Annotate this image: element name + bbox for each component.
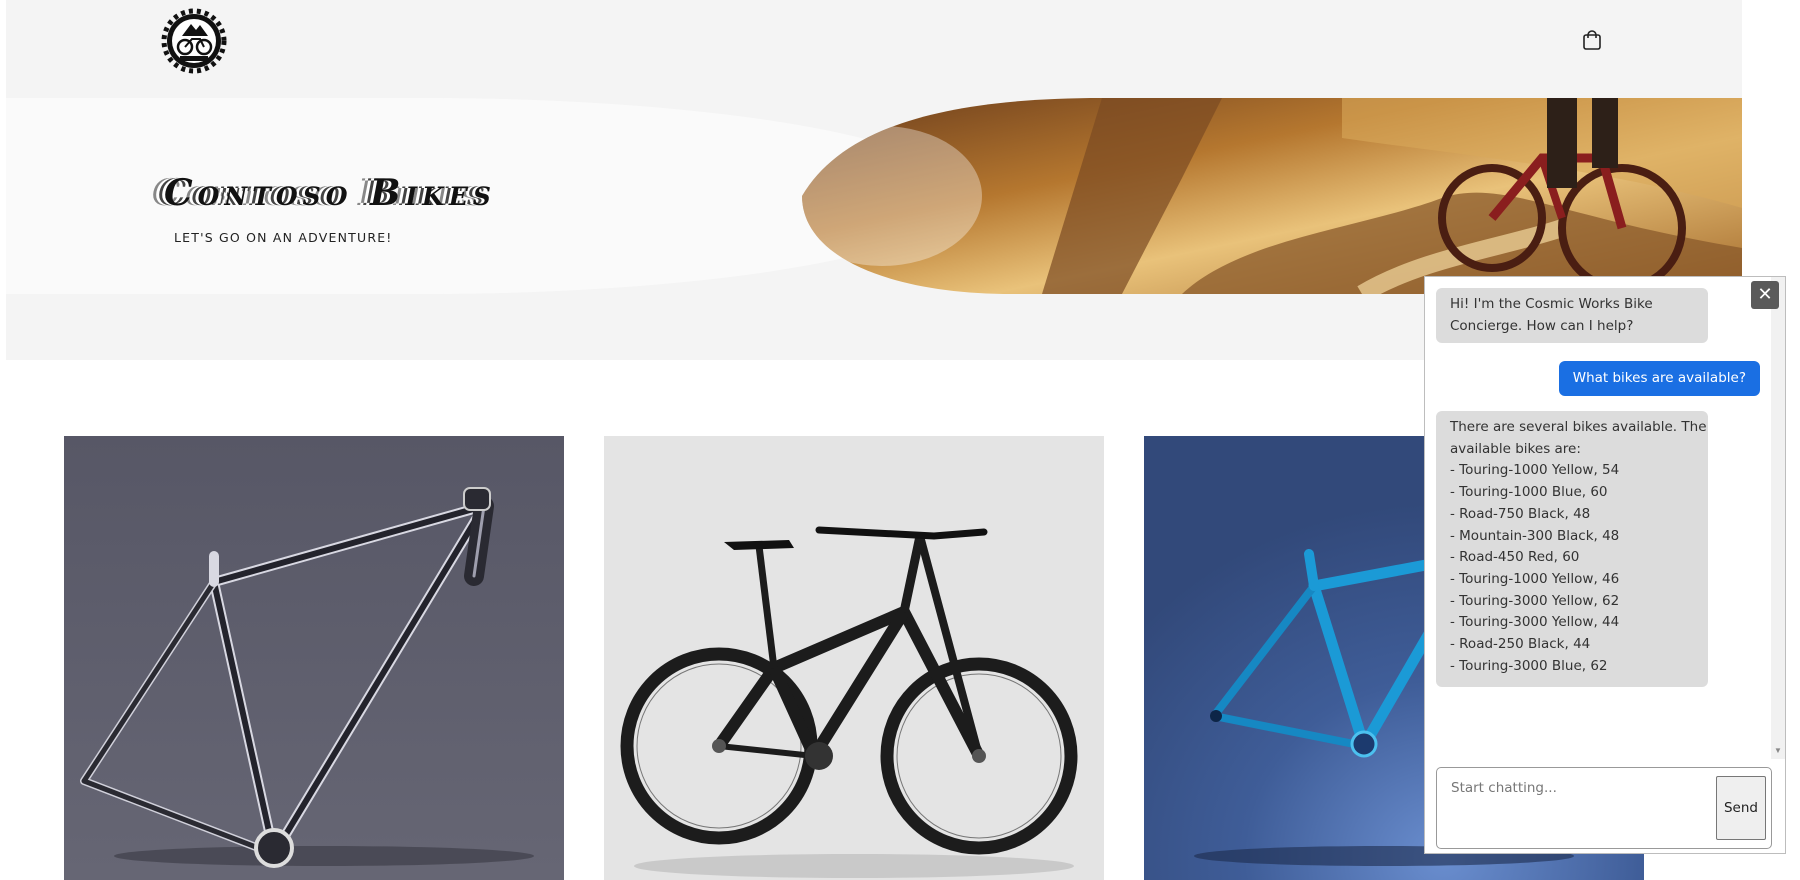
message-line: - Road-250 Black, 44	[1450, 636, 1591, 653]
message-line: - Touring-3000 Yellow, 62	[1450, 592, 1620, 609]
brand-tagline: LET'S GO ON AN ADVENTURE!	[174, 230, 393, 245]
send-button[interactable]: Send	[1716, 776, 1766, 840]
bot-message: There are several bikes available. The a…	[1436, 411, 1708, 687]
chat-widget: Hi! I'm the Cosmic Works Bike Concierge.…	[1424, 276, 1786, 854]
page: Contoso Bikes LET'S GO ON AN ADVENTURE!	[0, 0, 1800, 880]
chat-messages[interactable]: Hi! I'm the Cosmic Works Bike Concierge.…	[1425, 277, 1771, 757]
chat-input-box: Send	[1436, 767, 1772, 849]
shopping-bag-icon[interactable]	[1581, 29, 1603, 51]
brand-title: Contoso Bikes	[164, 172, 496, 214]
mountain-bike-trail-photo	[802, 98, 1742, 294]
dark-bike-frame-photo	[64, 436, 564, 880]
bike-gear-logo-icon[interactable]	[160, 6, 228, 74]
bot-message: Hi! I'm the Cosmic Works Bike Concierge.…	[1436, 288, 1708, 343]
product-card[interactable]	[64, 436, 564, 880]
message-line: - Road-450 Red, 60	[1450, 549, 1580, 566]
product-card[interactable]	[604, 436, 1104, 880]
site-header	[6, 0, 1742, 98]
message-line: - Touring-3000 Yellow, 44	[1450, 614, 1620, 631]
user-message: What bikes are available?	[1558, 361, 1760, 396]
message-line: - Touring-1000 Yellow, 46	[1450, 570, 1620, 587]
close-chat-button[interactable]: ✕	[1751, 281, 1779, 309]
message-line: - Touring-1000 Yellow, 54	[1450, 462, 1620, 479]
chat-input[interactable]	[1437, 768, 1713, 846]
message-line: There are several bikes available. The	[1450, 419, 1707, 435]
message-line: - Mountain-300 Black, 48	[1450, 527, 1620, 544]
black-mountain-bike-photo	[604, 436, 1104, 880]
message-line: available bikes are:	[1450, 440, 1581, 457]
message-line: Hi! I'm the Cosmic Works Bike	[1450, 296, 1653, 312]
message-line: - Road-750 Black, 48	[1450, 505, 1591, 522]
scroll-down-icon[interactable]: ▼	[1774, 747, 1782, 755]
message-line: Concierge. How can I help?	[1450, 317, 1634, 334]
message-line: - Touring-3000 Blue, 62	[1450, 657, 1608, 674]
chat-scrollbar[interactable]: ▼	[1771, 277, 1785, 759]
message-line: What bikes are available?	[1572, 370, 1746, 386]
message-line: - Touring-1000 Blue, 60	[1450, 484, 1608, 501]
